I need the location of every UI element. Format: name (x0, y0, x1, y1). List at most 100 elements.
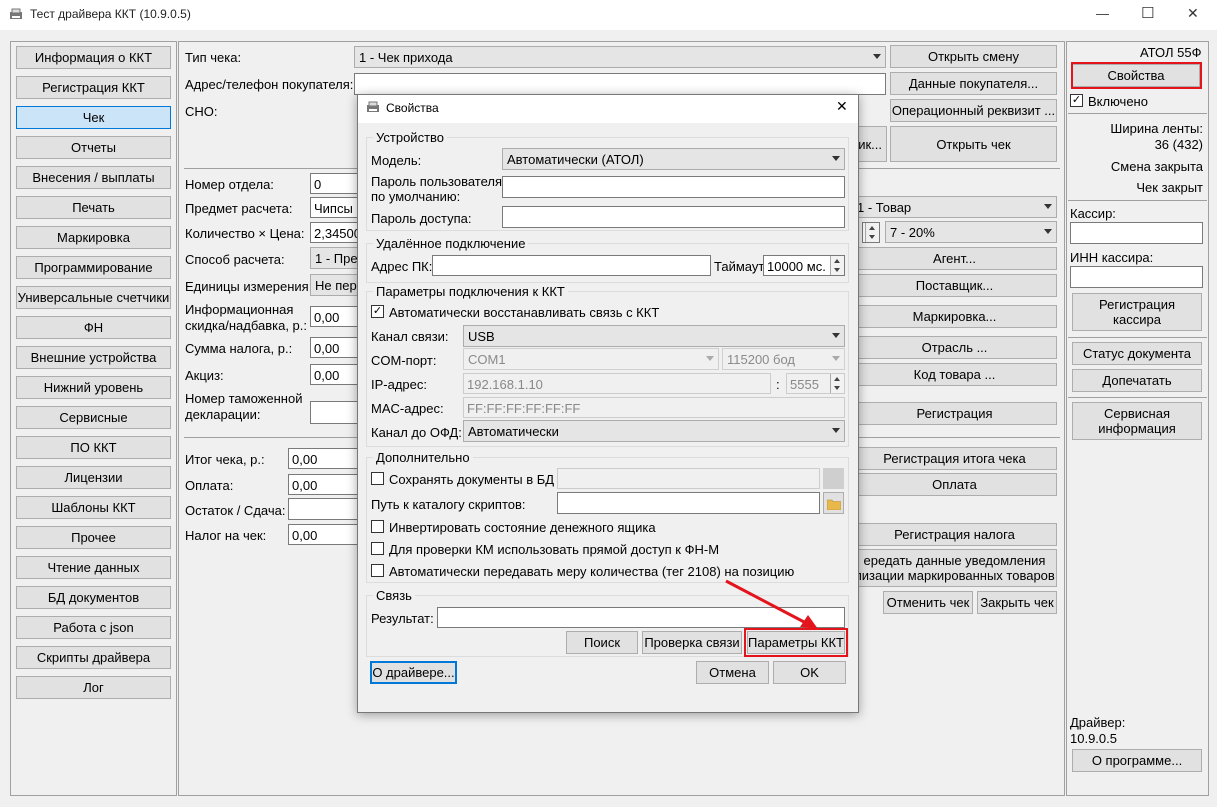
ok-button[interactable]: OK (773, 661, 846, 684)
close-icon[interactable]: ✕ (836, 98, 848, 115)
notify-marking-button[interactable]: ередать данные уведомления лизации марки… (852, 549, 1057, 587)
dept-input[interactable]: 0 (310, 173, 358, 194)
nav-item[interactable]: Внесения / выплаты (16, 166, 171, 189)
annotation-arrow (725, 579, 818, 629)
discount-input[interactable]: 0,00 (310, 306, 358, 327)
pc-address-input[interactable] (432, 255, 711, 276)
mac-input[interactable]: FF:FF:FF:FF:FF:FF (463, 397, 845, 418)
nav-item[interactable]: Информация о ККТ (16, 46, 171, 69)
folder-browse-button[interactable] (823, 492, 844, 514)
open-receipt-button[interactable]: Открыть чек (890, 126, 1057, 162)
method-select[interactable]: 1 - Пре (310, 247, 358, 269)
chevron-down-icon (832, 156, 840, 161)
total-input[interactable]: 0,00 (288, 448, 358, 469)
nav-item[interactable]: Лицензии (16, 466, 171, 489)
nav-item[interactable]: БД документов (16, 586, 171, 609)
nav-item[interactable]: Печать (16, 196, 171, 219)
scripts-path-input[interactable] (557, 492, 820, 514)
op-requisite-button[interactable]: Операционный реквизит ... (890, 99, 1057, 122)
about-program-button[interactable]: О программе... (1072, 749, 1202, 772)
cancel-receipt-button[interactable]: Отменить чек (883, 591, 973, 614)
tax-sum-input[interactable]: 0,00 (310, 337, 358, 358)
agent-button[interactable]: Агент... (852, 247, 1057, 270)
about-driver-button[interactable]: О драйвере... (370, 661, 457, 684)
buyer-data-button[interactable]: Данные покупателя... (890, 72, 1057, 95)
receipt-tax-input[interactable]: 0,00 (288, 524, 358, 545)
nav-item[interactable]: Шаблоны ККТ (16, 496, 171, 519)
price-stepper[interactable] (862, 222, 880, 243)
qty-input[interactable]: 2,34500 (310, 222, 358, 243)
units-select[interactable]: Не пер (310, 274, 358, 296)
nav-item[interactable]: Маркировка (16, 226, 171, 249)
vat-select[interactable]: 7 - 20% (885, 221, 1057, 243)
auto-restore-checkbox[interactable]: ✓ (371, 305, 384, 318)
nav-item[interactable]: Внешние устройства (16, 346, 171, 369)
change-input[interactable] (288, 498, 358, 520)
cashier-input[interactable] (1070, 222, 1203, 244)
spin-icon[interactable] (830, 374, 844, 393)
search-button[interactable]: Поиск (566, 631, 638, 654)
chevron-down-icon (1044, 204, 1052, 209)
excise-input[interactable]: 0,00 (310, 364, 358, 385)
port-stepper[interactable]: 5555 (786, 373, 845, 394)
nav-item[interactable]: Сервисные (16, 406, 171, 429)
industry-button[interactable]: Отрасль ... (852, 336, 1057, 359)
default-password-input[interactable] (502, 176, 845, 198)
total-registration-button[interactable]: Регистрация итога чека (852, 447, 1057, 470)
nav-item[interactable]: ФН (16, 316, 171, 339)
enabled-checkbox[interactable]: ✓ (1070, 94, 1083, 107)
item-type-select[interactable]: 1 - Товар (852, 196, 1057, 218)
nav-item[interactable]: Скрипты драйвера (16, 646, 171, 669)
model-select[interactable]: Автоматически (АТОЛ) (502, 148, 845, 170)
close-receipt-button[interactable]: Закрыть чек (977, 591, 1057, 614)
ofd-channel-select[interactable]: Автоматически (463, 420, 845, 442)
db-path-browse-button[interactable] (823, 468, 844, 489)
supplier-button[interactable]: Поставщик... (852, 274, 1057, 297)
receipt-type-select[interactable]: 1 - Чек прихода (354, 46, 886, 68)
cancel-button[interactable]: Отмена (696, 661, 769, 684)
doc-status-button[interactable]: Статус документа (1072, 342, 1202, 365)
save-db-checkbox[interactable] (371, 472, 384, 485)
invert-drawer-checkbox[interactable] (371, 520, 384, 533)
baud-select[interactable]: 115200 бод (722, 348, 845, 370)
access-password-input[interactable] (502, 206, 845, 228)
nav-item[interactable]: Чтение данных (16, 556, 171, 579)
nav-item[interactable]: Прочее (16, 526, 171, 549)
nav-item[interactable]: Чек (16, 106, 171, 129)
nav-item[interactable]: Работа с json (16, 616, 171, 639)
nav-item[interactable]: Нижний уровень (16, 376, 171, 399)
nav-item[interactable]: Отчеты (16, 136, 171, 159)
subject-input[interactable]: Чипсы с (310, 197, 358, 218)
direct-fn-checkbox[interactable] (371, 542, 384, 555)
cashier-inn-input[interactable] (1070, 266, 1203, 288)
service-info-button[interactable]: Сервисная информация (1072, 402, 1202, 440)
auto-qty-checkbox[interactable] (371, 564, 384, 577)
item-code-button[interactable]: Код товара ... (852, 363, 1057, 386)
ip-input[interactable]: 192.168.1.10 (463, 373, 771, 394)
tax-registration-button[interactable]: Регистрация налога (852, 523, 1057, 546)
open-shift-button[interactable]: Открыть смену (890, 45, 1057, 68)
maximize-icon[interactable]: ☐ (1141, 4, 1154, 22)
payment-input[interactable]: 0,00 (288, 474, 358, 495)
customs-input[interactable] (310, 401, 358, 424)
db-path-input[interactable] (557, 468, 820, 489)
driver-version: 10.9.0.5 (1070, 731, 1117, 746)
register-cashier-button[interactable]: Регистрация кассира (1072, 293, 1202, 331)
com-port-select[interactable]: COM1 (463, 348, 719, 370)
spin-icon[interactable] (830, 256, 844, 275)
nav-item[interactable]: Универсальные счетчики (16, 286, 171, 309)
reprint-button[interactable]: Допечатать (1072, 369, 1202, 392)
channel-select[interactable]: USB (463, 325, 845, 347)
nav-item[interactable]: Регистрация ККТ (16, 76, 171, 99)
timeout-stepper[interactable]: 10000 мс. (763, 255, 845, 276)
registration-button[interactable]: Регистрация (852, 402, 1057, 425)
nav-item[interactable]: ПО ККТ (16, 436, 171, 459)
spin-icon[interactable] (865, 223, 879, 242)
buyer-input[interactable] (354, 73, 886, 95)
minimize-icon[interactable]: — (1096, 6, 1109, 21)
payment-button[interactable]: Оплата (852, 473, 1057, 496)
nav-item[interactable]: Программирование (16, 256, 171, 279)
close-icon[interactable]: ✕ (1187, 5, 1199, 22)
marking-button[interactable]: Маркировка... (852, 305, 1057, 328)
nav-item[interactable]: Лог (16, 676, 171, 699)
